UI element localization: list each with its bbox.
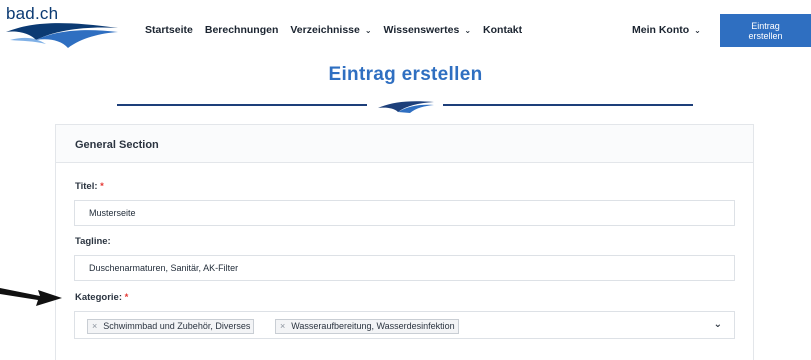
nav-item-berechnungen[interactable]: Berechnungen — [205, 24, 279, 36]
title-divider-right — [443, 104, 693, 106]
category-tag: × Schwimmbad und Zubehör, Diverses — [87, 319, 255, 334]
title-divider-left — [117, 104, 367, 106]
category-select[interactable]: × Schwimmbad und Zubehör, Diverses × Wasse… — [74, 311, 735, 339]
arrow-pointer-icon — [0, 288, 62, 306]
title-label-text: Titel: — [75, 181, 98, 192]
remove-tag-icon[interactable]: × — [92, 321, 97, 331]
chevron-down-icon: ⌄ — [464, 25, 472, 35]
chevron-down-icon[interactable]: ⌄ — [714, 319, 722, 330]
site-logo[interactable]: bad.ch — [6, 4, 118, 50]
nav-label: Startseite — [145, 24, 193, 36]
category-tag-label: Schwimmbad und Zubehör, Diverses — [103, 321, 251, 331]
cta-line-1: Eintrag — [751, 20, 780, 31]
wave-icon — [378, 101, 434, 113]
nav-label: Kontakt — [483, 24, 523, 36]
site-header: bad.ch Startseite Berechnungen Verzeichn… — [0, 0, 811, 62]
account-label: Mein Konto — [632, 24, 690, 36]
nav-item-wissenswertes[interactable]: Wissenswertes ⌄ — [384, 24, 471, 36]
logo-wave-icon — [6, 23, 118, 48]
section-title: General Section — [75, 139, 159, 151]
nav-item-verzeichnisse[interactable]: Verzeichnisse ⌄ — [290, 24, 371, 36]
cta-line-2: erstellen — [748, 30, 783, 41]
page-title: Eintrag erstellen — [328, 64, 483, 85]
section-header: General Section — [56, 125, 753, 163]
chevron-down-icon: ⌄ — [364, 25, 372, 35]
nav-label: Wissenswertes — [383, 24, 460, 36]
tagline-input[interactable]: Duschenarmaturen, Sanitär, AK-Filter — [74, 255, 735, 281]
main-nav: Startseite Berechnungen Verzeichnisse ⌄ … — [145, 24, 534, 36]
nav-item-kontakt[interactable]: Kontakt — [483, 24, 522, 36]
title-label: Titel: * — [75, 181, 104, 192]
category-label: Kategorie: * — [75, 292, 128, 303]
category-tag: × Wasseraufbereitung, Wasserdesinfektion — [275, 319, 459, 334]
create-entry-button[interactable]: Eintrag erstellen — [720, 14, 811, 47]
nav-label: Verzeichnisse — [290, 24, 360, 36]
remove-tag-icon[interactable]: × — [280, 321, 285, 331]
tagline-label: Tagline: — [75, 236, 111, 247]
chevron-down-icon: ⌄ — [694, 25, 701, 35]
nav-label: Berechnungen — [204, 24, 279, 36]
account-menu[interactable]: Mein Konto ⌄ — [632, 24, 701, 36]
category-tag-label: Wasseraufbereitung, Wasserdesinfektion — [291, 321, 455, 331]
category-label-text: Kategorie: — [75, 292, 122, 303]
title-input[interactable]: Musterseite — [74, 200, 735, 226]
required-mark: * — [100, 181, 104, 192]
nav-item-startseite[interactable]: Startseite — [145, 24, 193, 36]
required-mark: * — [124, 292, 129, 303]
